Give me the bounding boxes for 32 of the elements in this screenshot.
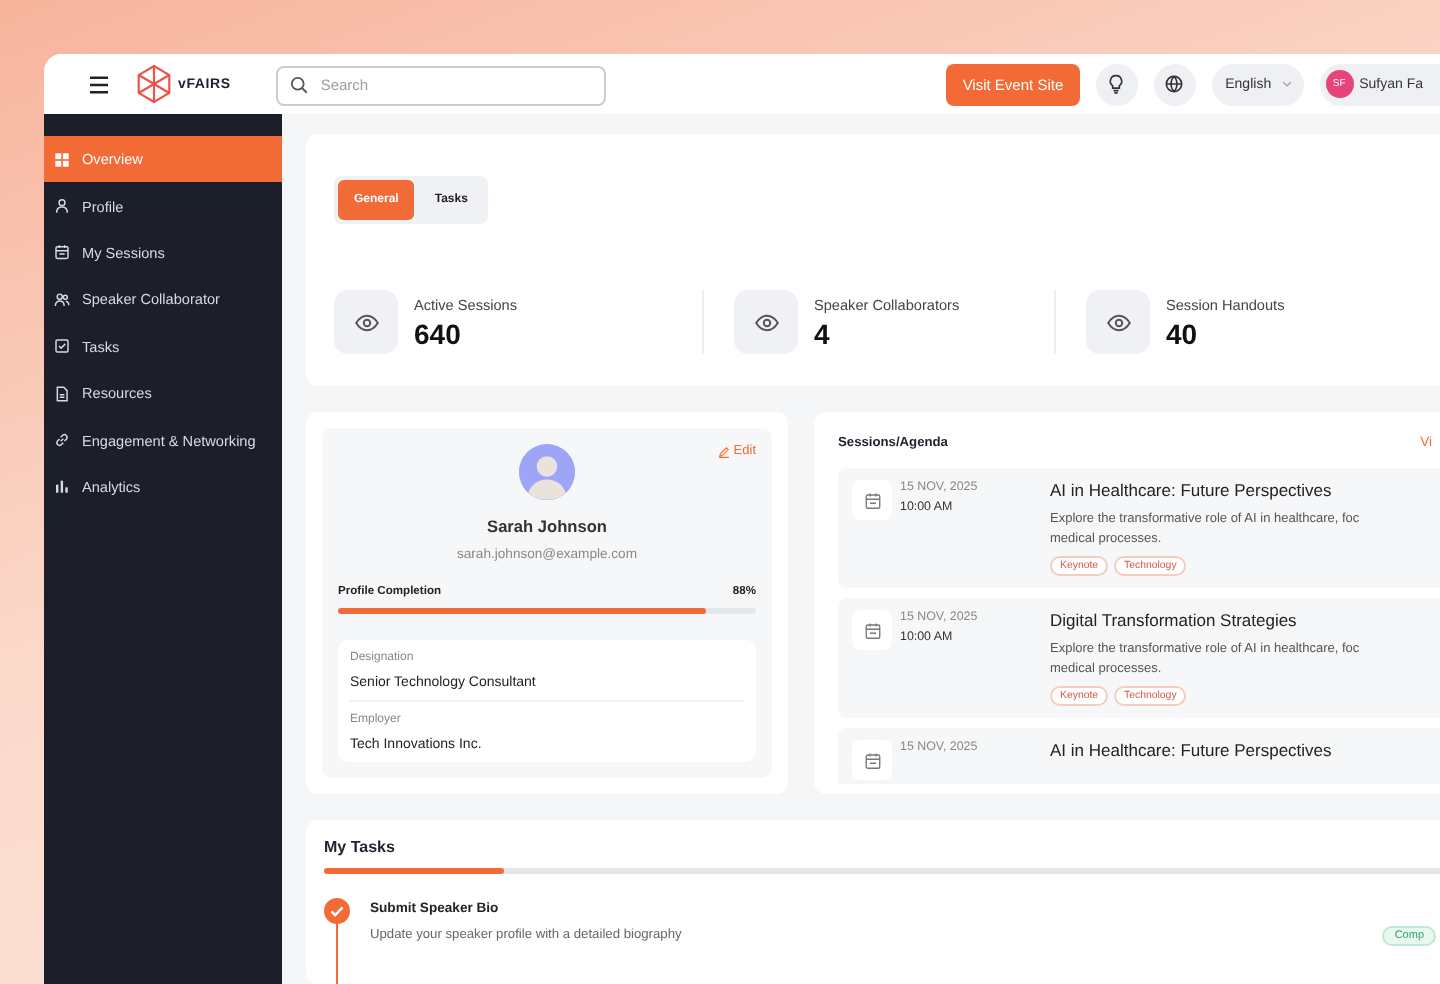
session-title: AI in Healthcare: Future Perspectives	[1050, 740, 1332, 760]
calendar-icon	[863, 621, 881, 639]
grid-icon	[54, 151, 70, 168]
profile-name: Sarah Johnson	[487, 516, 607, 537]
hexagon-logo-icon	[136, 64, 172, 104]
person-icon	[54, 198, 70, 215]
lightbulb-button[interactable]	[1095, 63, 1138, 105]
menu-icon[interactable]	[88, 75, 110, 93]
avatar-silhouette	[518, 444, 576, 501]
checkbox-icon	[54, 338, 70, 355]
people-icon	[54, 291, 70, 308]
stat-value: 40	[1166, 317, 1200, 349]
eye-icon	[353, 313, 379, 331]
stat-value: 4	[814, 317, 832, 349]
globe-button[interactable]	[1153, 63, 1196, 105]
tasks-title: My Tasks	[324, 838, 397, 856]
document-icon	[54, 385, 70, 402]
globe-icon	[1164, 74, 1185, 94]
search-icon	[290, 75, 309, 93]
session-title: Digital Transformation Strategies	[1050, 610, 1299, 630]
calendar-icon	[863, 491, 881, 509]
eye-icon	[1105, 313, 1131, 331]
bar-chart-icon	[54, 478, 70, 495]
lightbulb-icon	[1106, 74, 1127, 94]
stat-value: 640	[414, 317, 463, 349]
eye-icon	[753, 313, 779, 331]
session-title: AI in Healthcare: Future Perspectives	[1050, 480, 1334, 500]
calendar-icon	[863, 751, 881, 769]
pencil-icon	[717, 445, 730, 457]
calendar-icon	[54, 244, 70, 261]
chevron-down-icon	[1281, 80, 1292, 88]
link-icon	[54, 432, 70, 449]
